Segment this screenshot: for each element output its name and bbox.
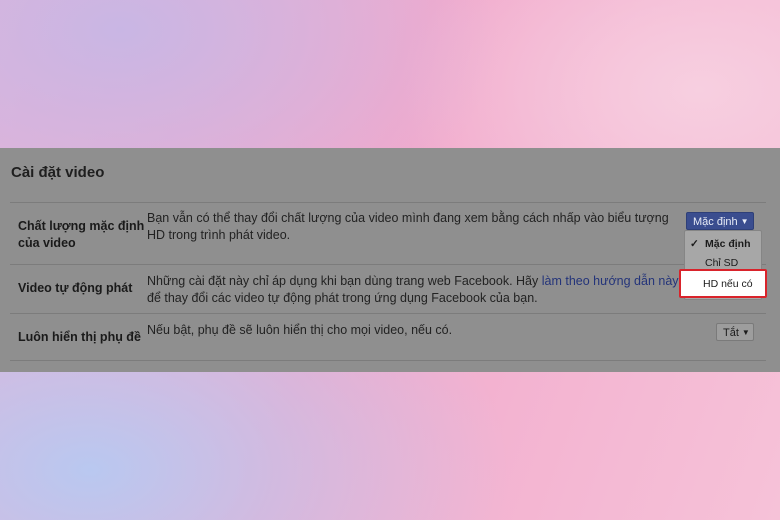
row-label-default-quality: Chất lượng mặc định của video [18,218,144,252]
row-label-line2: của video [18,236,76,250]
check-icon: ✓ [690,238,699,250]
row-description-default-quality: Bạn vẫn có thể thay đổi chất lượng của v… [147,211,669,242]
section-title: Cài đặt video [11,164,105,181]
autoplay-instructions-link[interactable]: làm theo hướng dẫn này [542,274,679,288]
autoplay-desc-before: Những cài đặt này chỉ áp dụng khi bạn dù… [147,274,542,288]
video-settings-panel: Cài đặt video Chất lượng mặc định của vi… [0,148,780,372]
captions-select[interactable]: Tắt ▼ [716,323,754,341]
dropdown-option-hd-if-available[interactable]: HD nếu có [679,269,767,298]
row-label-line1: Chất lượng mặc định [18,219,145,233]
row-label-captions: Luôn hiển thị phụ đề [18,330,141,344]
autoplay-desc-after: để thay đổi các video tự động phát trong… [147,291,538,305]
settings-row-autoplay: Video tự động phát Những cài đặt này chỉ… [10,264,766,314]
chevron-down-icon: ▼ [741,328,750,337]
captions-select-value: Tắt [723,327,739,339]
default-quality-select-value: Mặc định [693,216,738,228]
chevron-down-icon: ▼ [740,217,749,226]
settings-row-default-quality: Chất lượng mặc định của video Bạn vẫn có… [10,202,766,265]
settings-row-captions: Luôn hiển thị phụ đề Nếu bật, phụ đề sẽ … [10,313,766,361]
row-description-autoplay: Những cài đặt này chỉ áp dụng khi bạn dù… [147,273,682,307]
default-quality-select[interactable]: Mặc định ▼ [686,212,754,230]
row-description-captions: Nếu bật, phụ đề sẽ luôn hiển thị cho mọi… [147,323,453,337]
row-label-autoplay: Video tự động phát [18,281,133,295]
